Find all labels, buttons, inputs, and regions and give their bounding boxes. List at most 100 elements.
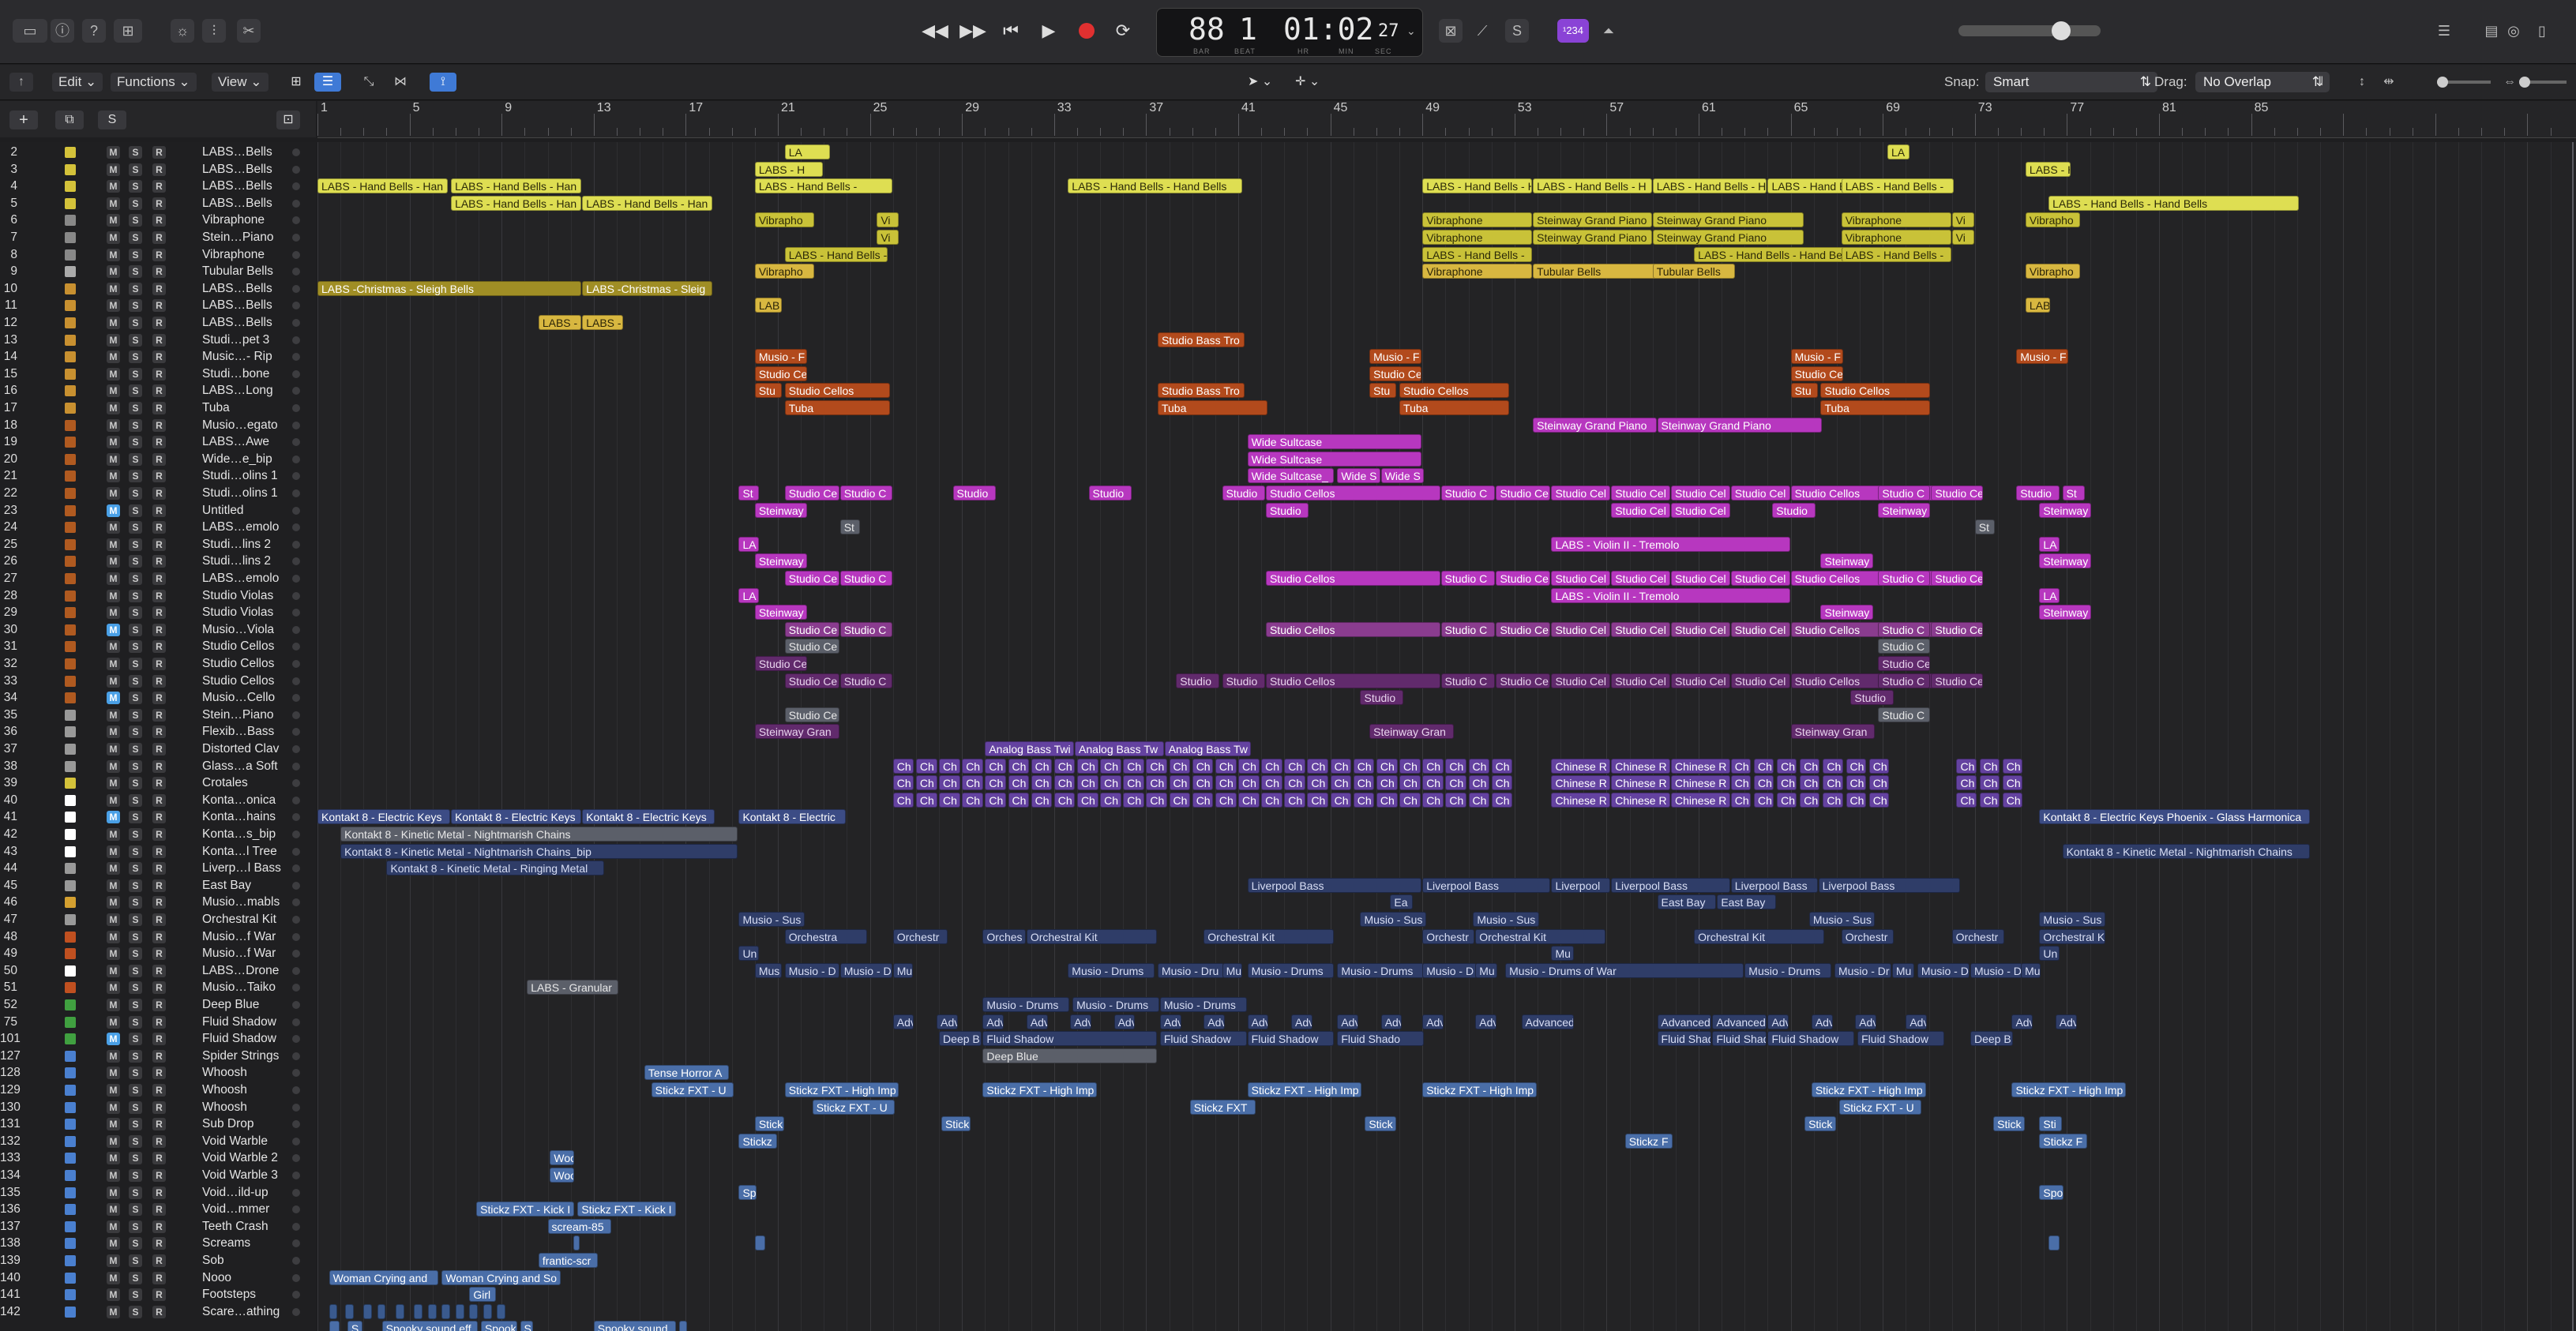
- track-row[interactable]: 130 M S R Whoosh: [0, 1099, 316, 1116]
- region[interactable]: Musio - F: [2016, 349, 2069, 365]
- region[interactable]: S: [520, 1321, 533, 1331]
- region[interactable]: Sti: [2039, 1116, 2062, 1132]
- track-row[interactable]: 39 M S R Crotales: [0, 774, 316, 792]
- region[interactable]: Liverpool Bass: [1818, 877, 1961, 893]
- record-enable-button[interactable]: R: [152, 214, 166, 227]
- region[interactable]: [363, 1303, 372, 1319]
- region[interactable]: Ch: [1284, 775, 1305, 791]
- region[interactable]: Orches: [982, 928, 1026, 944]
- record-enable-button[interactable]: R: [152, 418, 166, 432]
- mute-button[interactable]: M: [107, 692, 120, 705]
- vertical-zoom-slider[interactable]: [2437, 77, 2491, 88]
- solo-button[interactable]: S: [129, 692, 142, 705]
- solo-button[interactable]: S: [129, 487, 142, 500]
- track-row[interactable]: 45 M S R East Bay: [0, 877, 316, 894]
- record-enable-button[interactable]: R: [152, 163, 166, 176]
- track-row[interactable]: 18 M S R Musio…egato: [0, 417, 316, 434]
- track-row[interactable]: 48 M S R Musio…f War: [0, 928, 316, 946]
- region[interactable]: Advanc: [1475, 1014, 1496, 1029]
- solo-button[interactable]: S: [129, 248, 142, 261]
- record-enable-button[interactable]: R: [152, 1237, 166, 1250]
- vertical-zoom-knob[interactable]: [2437, 77, 2448, 88]
- mute-button[interactable]: M: [107, 265, 120, 279]
- region[interactable]: LABS - Violin II - Tremolo: [1551, 587, 1790, 603]
- region[interactable]: Ch: [1146, 758, 1168, 774]
- region[interactable]: Fluid Shadow: [1159, 1031, 1247, 1047]
- region[interactable]: East Bay: [1717, 894, 1777, 910]
- region[interactable]: Musio - F: [1369, 349, 1422, 365]
- track-name[interactable]: Musio…Viola: [202, 621, 274, 639]
- region[interactable]: Ch: [1123, 758, 1144, 774]
- track-row[interactable]: 29 M S R Studio Violas: [0, 604, 316, 621]
- region[interactable]: Ch: [1846, 775, 1866, 791]
- region[interactable]: Musio - D: [1917, 962, 1970, 978]
- mute-button[interactable]: M: [107, 658, 120, 670]
- solo-button[interactable]: S: [129, 981, 142, 995]
- track-name[interactable]: Void Warble 3: [202, 1167, 278, 1184]
- region[interactable]: Ch: [1979, 792, 2000, 808]
- mute-button[interactable]: M: [107, 555, 120, 568]
- region[interactable]: Ch: [1307, 775, 1329, 791]
- solo-button[interactable]: S: [129, 146, 142, 159]
- region[interactable]: Orchestral Kit: [1026, 928, 1157, 944]
- region[interactable]: Girl: [469, 1287, 497, 1303]
- track-name[interactable]: LABS…Awe: [202, 433, 269, 451]
- metronome-icon[interactable]: ⏶: [1597, 19, 1620, 43]
- solo-button[interactable]: S: [129, 418, 142, 432]
- region[interactable]: Steinway: [754, 605, 807, 621]
- region[interactable]: Tubular Bells: [1652, 264, 1735, 279]
- region[interactable]: LA: [738, 587, 759, 603]
- solo-button[interactable]: S: [129, 606, 142, 620]
- record-enable-button[interactable]: R: [152, 879, 166, 892]
- region[interactable]: Advanc: [1204, 1014, 1225, 1029]
- region[interactable]: Ch: [1823, 758, 1843, 774]
- solo-button[interactable]: S: [129, 521, 142, 534]
- region[interactable]: Kontakt 8 - Electric: [738, 809, 847, 825]
- region[interactable]: St: [738, 486, 759, 501]
- horizontal-fit-icon[interactable]: ⇹: [2377, 73, 2401, 92]
- region[interactable]: Ch: [1053, 792, 1076, 808]
- region[interactable]: Ch: [1353, 758, 1375, 774]
- region[interactable]: Orchestr: [1951, 928, 2004, 944]
- record-enable-button[interactable]: R: [152, 538, 166, 551]
- region[interactable]: Musio - Drums of War: [1505, 962, 1744, 978]
- region[interactable]: Ch: [1215, 758, 1237, 774]
- track-name[interactable]: Sub Drop: [202, 1115, 253, 1133]
- region[interactable]: Steinway: [754, 502, 807, 518]
- region[interactable]: Steinway: [754, 553, 807, 569]
- region[interactable]: Studio Cel: [1611, 621, 1670, 637]
- region[interactable]: Studio Ce: [784, 621, 839, 637]
- solo-button[interactable]: S: [129, 1203, 142, 1217]
- track-name[interactable]: Whoosh: [202, 1064, 247, 1082]
- record-enable-button[interactable]: R: [152, 180, 166, 193]
- mute-button[interactable]: M: [107, 1288, 120, 1302]
- fast-forward-icon[interactable]: ▶▶: [959, 17, 987, 44]
- region[interactable]: Studio Ce: [1931, 621, 1984, 637]
- region[interactable]: Orchestr: [1422, 928, 1475, 944]
- region[interactable]: Ch: [1868, 758, 1889, 774]
- region[interactable]: LA: [1887, 144, 1910, 159]
- region[interactable]: Ch: [1076, 792, 1098, 808]
- mute-button[interactable]: M: [107, 317, 120, 329]
- region[interactable]: Ch: [1800, 775, 1820, 791]
- track-row[interactable]: 38 M S R Glass…a Soft: [0, 758, 316, 775]
- record-enable-button[interactable]: R: [152, 708, 166, 722]
- region[interactable]: Vibrapho: [754, 212, 814, 228]
- record-enable-button[interactable]: R: [152, 1084, 166, 1097]
- record-enable-button[interactable]: R: [152, 436, 166, 449]
- solo-button[interactable]: S: [129, 930, 142, 943]
- track-row[interactable]: 28 M S R Studio Violas: [0, 587, 316, 605]
- editors-icon[interactable]: ✂: [237, 19, 261, 43]
- solo-button[interactable]: S: [129, 999, 142, 1011]
- track-row[interactable]: 42 M S R Konta…s_bip: [0, 826, 316, 843]
- automation-icon[interactable]: ⟟: [430, 73, 456, 92]
- region[interactable]: Ch: [1491, 758, 1513, 774]
- record-enable-button[interactable]: R: [152, 1100, 166, 1114]
- region[interactable]: Ch: [892, 775, 914, 791]
- region[interactable]: Studio Cel: [1671, 673, 1730, 688]
- region[interactable]: Steinway Grand Piano: [1652, 212, 1804, 228]
- solo-button[interactable]: S: [129, 623, 142, 636]
- region[interactable]: Studio C: [1878, 673, 1931, 688]
- region[interactable]: Steinway: [1820, 553, 1873, 569]
- region[interactable]: Ch: [1422, 792, 1444, 808]
